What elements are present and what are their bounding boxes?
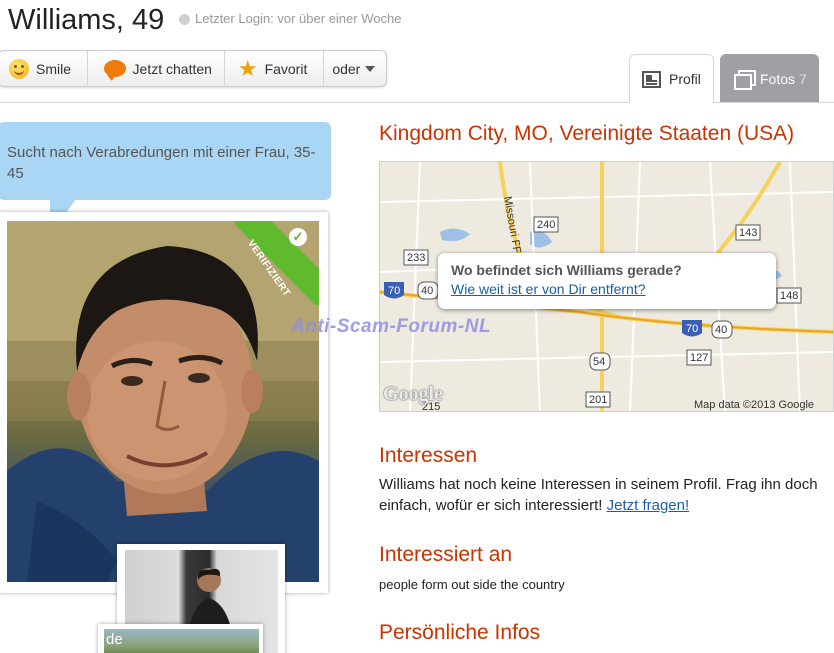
- watermark-text: Anti-Scam-Forum-NL: [291, 316, 492, 337]
- tab-profil-label: Profil: [669, 71, 701, 87]
- profile-card-icon: [642, 70, 661, 88]
- search-preference-bubble: Sucht nach Verabredungen mit einer Frau,…: [0, 122, 331, 200]
- svg-text:148: 148: [780, 290, 798, 302]
- map-info-popup: Wo befindet sich Williams gerade? Wie we…: [438, 253, 776, 309]
- smile-button[interactable]: Smile: [0, 51, 88, 86]
- chat-label: Jetzt chatten: [132, 60, 212, 77]
- svg-text:240: 240: [537, 219, 555, 231]
- action-toolbar: Smile Jetzt chatten ★ Favorit oder: [0, 50, 387, 87]
- interested-in-text: people form out side the country: [379, 577, 565, 592]
- last-login-status: Letzter Login: vor über einer Woche: [179, 11, 401, 27]
- svg-text:70: 70: [388, 285, 400, 297]
- svg-text:201: 201: [589, 394, 607, 406]
- offline-status-icon: [179, 13, 190, 25]
- svg-text:54: 54: [593, 356, 605, 368]
- more-label: oder: [332, 60, 361, 77]
- location-heading: Kingdom City, MO, Vereinigte Staaten (US…: [379, 122, 795, 145]
- personal-info-heading: Persönliche Infos: [379, 621, 541, 644]
- favorite-button[interactable]: ★ Favorit: [225, 51, 325, 86]
- ask-now-link[interactable]: Jetzt fragen!: [607, 497, 690, 514]
- profile-name: Williams, 49: [8, 4, 165, 36]
- interests-body: Williams hat noch keine Interessen in se…: [379, 476, 818, 514]
- svg-text:70: 70: [686, 323, 698, 335]
- chat-button[interactable]: Jetzt chatten: [88, 51, 225, 86]
- interests-text: Williams hat noch keine Interessen in se…: [379, 474, 834, 516]
- tab-profil[interactable]: Profil: [629, 54, 714, 103]
- interests-heading: Interessen: [379, 444, 478, 467]
- photo-thumbnail[interactable]: [104, 629, 259, 653]
- map-popup-title: Wo befindet sich Williams gerade?: [451, 262, 682, 278]
- tab-fotos-label: Fotos: [760, 70, 796, 87]
- star-icon: ★: [237, 55, 258, 81]
- photos-icon: [734, 70, 756, 90]
- svg-text:127: 127: [690, 352, 708, 364]
- tab-fotos[interactable]: Fotos 7: [720, 54, 819, 103]
- distance-link[interactable]: Wie weit ist er von Dir entfernt?: [451, 279, 776, 299]
- checkmark-icon: ✓: [289, 228, 307, 246]
- interested-in-heading: Interessiert an: [379, 543, 513, 566]
- last-login-text: Letzter Login: vor über einer Woche: [195, 11, 402, 26]
- svg-text:233: 233: [407, 252, 425, 264]
- google-logo: Google: [383, 383, 443, 405]
- map-copyright: Map data ©2013 Google: [694, 399, 815, 411]
- thumbnail-label: de: [106, 631, 123, 648]
- svg-text:40: 40: [421, 285, 433, 297]
- svg-text:40: 40: [715, 324, 727, 336]
- chat-bubble-icon: [103, 60, 126, 81]
- smile-label: Smile: [36, 60, 72, 77]
- favorite-label: Favorit: [264, 60, 308, 77]
- more-actions-dropdown[interactable]: oder: [324, 51, 386, 86]
- chevron-down-icon: [365, 65, 376, 72]
- smiley-icon: [9, 58, 29, 79]
- svg-text:143: 143: [739, 227, 757, 239]
- photo-count-badge: 7: [799, 70, 807, 87]
